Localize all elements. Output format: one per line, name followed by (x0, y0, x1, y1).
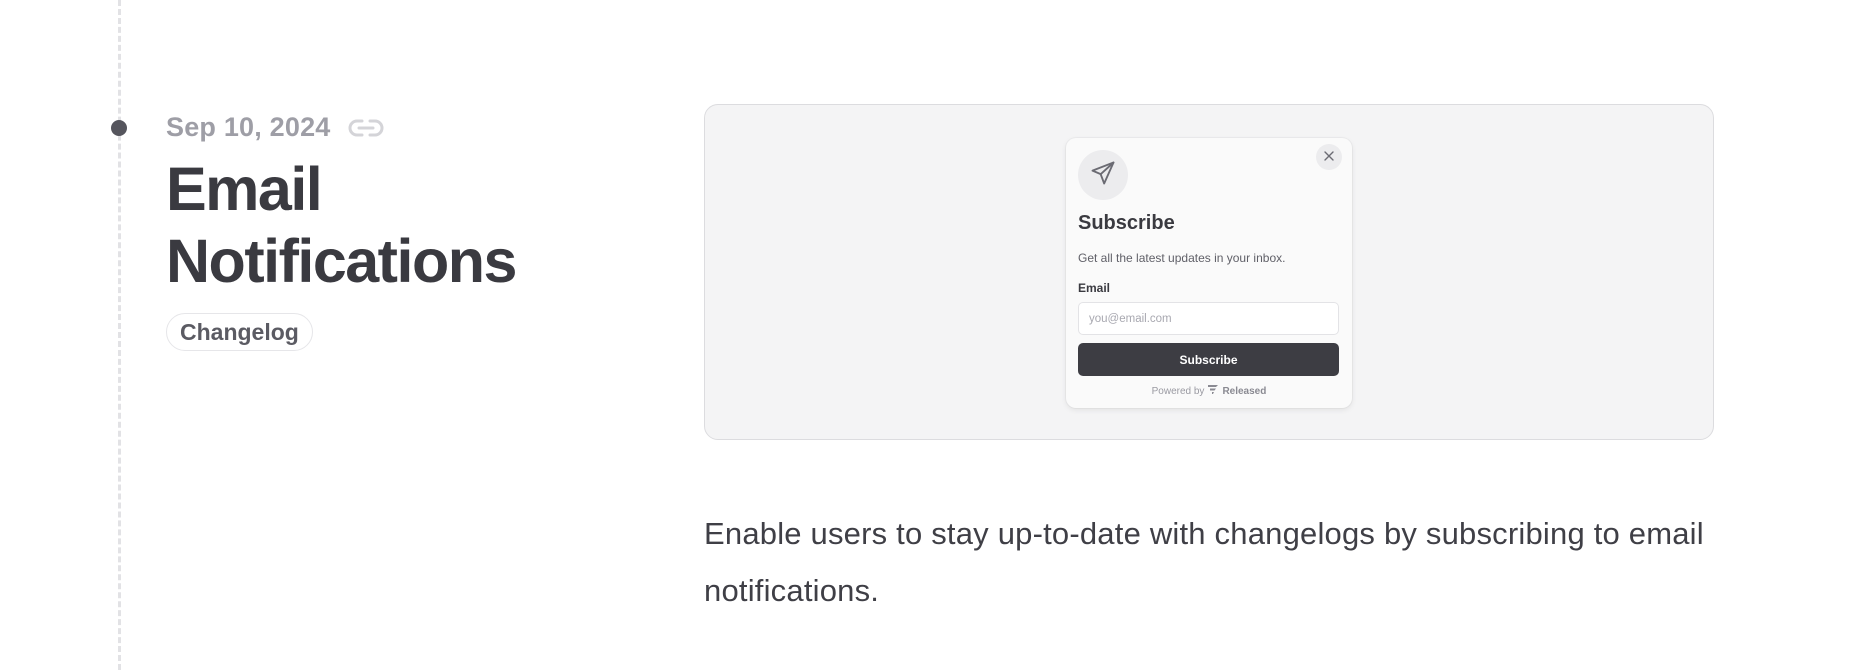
link-icon[interactable] (348, 117, 384, 139)
subscribe-button[interactable]: Subscribe (1078, 343, 1339, 376)
changelog-page: Sep 10, 2024 Email Notifications Changel… (0, 0, 1876, 670)
timeline-dot (111, 120, 127, 136)
modal-icon-badge (1078, 150, 1128, 200)
timeline-line (118, 0, 121, 670)
entry-title: Email Notifications (166, 155, 517, 295)
email-field[interactable] (1078, 302, 1339, 335)
close-button[interactable] (1316, 144, 1342, 170)
email-label: Email (1078, 281, 1111, 295)
paper-plane-icon (1089, 159, 1117, 192)
brand-name[interactable]: Released (1222, 386, 1266, 397)
modal-description: Get all the latest updates in your inbox… (1078, 251, 1286, 265)
entry-description: Enable users to stay up-to-date with cha… (704, 516, 1704, 608)
tag-changelog[interactable]: Changelog (166, 313, 313, 351)
entry-date: Sep 10, 2024 (166, 112, 331, 142)
close-icon (1324, 148, 1334, 166)
preview-image: Subscribe Get all the latest updates in … (704, 104, 1714, 440)
released-logo-icon (1208, 385, 1219, 397)
subscribe-modal: Subscribe Get all the latest updates in … (1066, 138, 1352, 408)
entry-meta: Sep 10, 2024 (166, 112, 384, 143)
modal-title: Subscribe (1078, 212, 1175, 234)
powered-by-footer: Powered by Released (1066, 385, 1352, 397)
powered-by-text: Powered by (1151, 385, 1205, 397)
